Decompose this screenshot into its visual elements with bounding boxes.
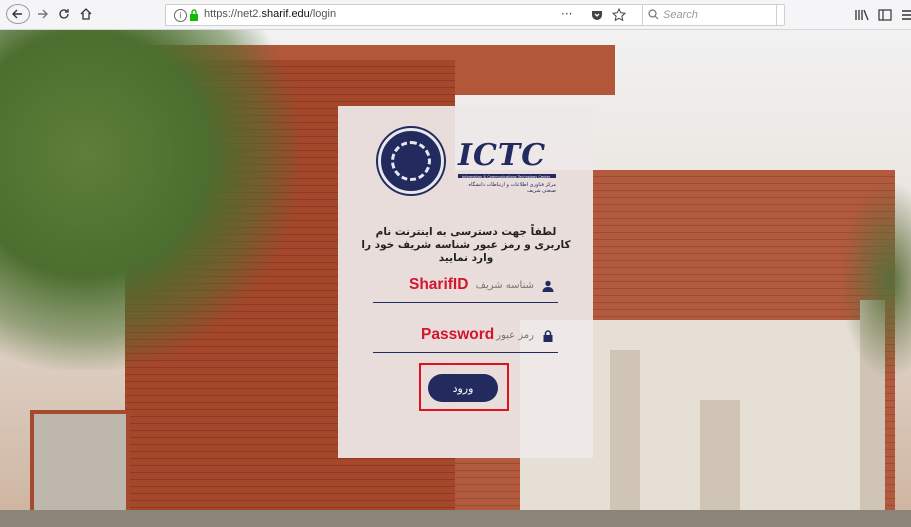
library-icon[interactable] xyxy=(855,9,869,21)
page-actions-menu[interactable]: ··· xyxy=(561,7,572,21)
username-field[interactable]: شناسه شریف SharifID xyxy=(373,274,558,303)
search-box[interactable]: Search xyxy=(642,4,777,26)
pocket-icon[interactable] xyxy=(591,9,603,21)
home-icon xyxy=(80,8,92,20)
padlock-icon xyxy=(543,330,553,342)
hamburger-menu-icon[interactable] xyxy=(902,9,911,21)
tree-right xyxy=(840,180,911,380)
pillar xyxy=(610,350,640,520)
back-button[interactable] xyxy=(6,4,30,24)
user-icon xyxy=(542,280,554,292)
pillar xyxy=(700,400,740,520)
logo-persian-subtitle: مرکز فناوری اطلاعات و ارتباطات دانشگاه ص… xyxy=(468,182,556,194)
tree-left xyxy=(0,30,300,370)
url-text: https://net2.sharif.edu/login xyxy=(204,8,337,20)
sharif-seal-icon xyxy=(378,128,444,194)
info-icon[interactable]: i xyxy=(174,9,187,22)
search-placeholder: Search xyxy=(663,9,698,21)
reload-icon xyxy=(59,9,69,19)
forward-button[interactable] xyxy=(34,4,50,24)
logo-english-subtitle: Information & Communications Technology … xyxy=(462,174,551,179)
ictc-logo: ICTC Information & Communications Techno… xyxy=(378,128,556,198)
ground xyxy=(0,510,911,527)
sharifid-annotation: SharifID xyxy=(409,276,469,293)
bookmark-star-icon[interactable] xyxy=(612,8,626,22)
back-arrow-icon xyxy=(12,9,22,19)
search-icon xyxy=(648,9,659,20)
home-button[interactable] xyxy=(78,4,94,24)
sidebar-icon[interactable] xyxy=(878,9,892,21)
reload-button[interactable] xyxy=(56,4,72,24)
username-placeholder: شناسه شریف xyxy=(475,280,534,291)
login-button[interactable]: ورود xyxy=(428,374,498,402)
password-placeholder: رمز عبور xyxy=(496,330,534,341)
password-field[interactable]: رمز عبور Password xyxy=(373,324,558,353)
lock-icon xyxy=(190,9,198,21)
forward-arrow-icon xyxy=(38,9,48,19)
logo-text: ICTC xyxy=(458,138,547,173)
login-card: ICTC Information & Communications Techno… xyxy=(338,106,593,458)
browser-toolbar: i https://net2.sharif.edu/login ··· Sear… xyxy=(0,0,911,30)
login-instruction: لطفاً جهت دسترسی به اینترنت نام کاربری و… xyxy=(361,226,571,264)
password-annotation: Password xyxy=(421,326,495,343)
